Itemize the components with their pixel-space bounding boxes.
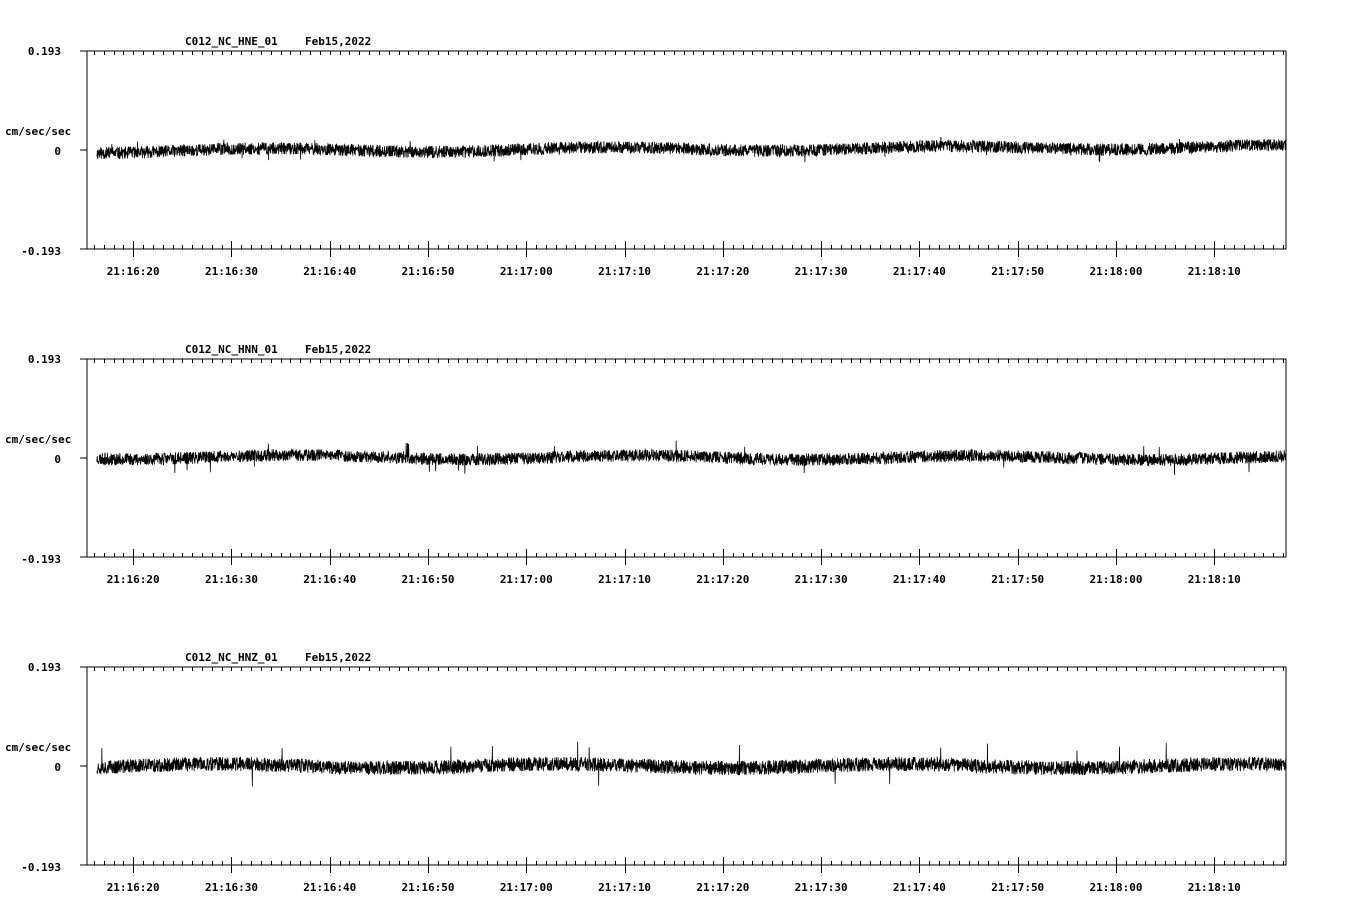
x-tick-label: 21:17:20: [696, 573, 749, 586]
x-tick-label: 21:16:50: [402, 881, 455, 894]
waveform-trace: [96, 440, 1287, 476]
x-tick-label: 21:16:50: [402, 265, 455, 278]
seismogram-figure: C012_NC_HNE_01 Feb15,2022 cm/sec/sec 0.1…: [5, 35, 1287, 894]
x-tick-label: 21:17:50: [991, 573, 1044, 586]
y-tick-label-min: -0.193: [21, 861, 61, 874]
x-tick-label: 21:17:30: [795, 265, 848, 278]
x-tick-label: 21:16:20: [107, 573, 160, 586]
y-tick-label-min: -0.193: [21, 553, 61, 566]
y-tick-label-zero: 0: [54, 761, 61, 774]
x-tick-label: 21:17:30: [795, 881, 848, 894]
y-tick-label-max: 0.193: [28, 353, 61, 366]
y-tick-label-max: 0.193: [28, 45, 61, 58]
x-tick-label: 21:18:10: [1188, 881, 1241, 894]
x-tick-label: 21:16:50: [402, 573, 455, 586]
x-tick-label: 21:17:50: [991, 881, 1044, 894]
x-tick-label: 21:16:40: [303, 265, 356, 278]
y-axis-label: cm/sec/sec: [5, 433, 71, 446]
chart-date: Feb15,2022: [305, 651, 371, 664]
x-tick-label: 21:16:20: [107, 881, 160, 894]
x-tick-label: 21:17:00: [500, 265, 553, 278]
x-tick-label: 21:17:10: [598, 265, 651, 278]
waveform-trace: [96, 741, 1287, 787]
chart-title: C012_NC_HNZ_01: [185, 651, 278, 664]
panel-hne: C012_NC_HNE_01 Feb15,2022 cm/sec/sec 0.1…: [5, 35, 1287, 278]
x-tick-label: 21:17:40: [893, 265, 946, 278]
x-tick-label: 21:16:40: [303, 573, 356, 586]
panel-hnz: C012_NC_HNZ_01 Feb15,2022 cm/sec/sec 0.1…: [5, 651, 1287, 894]
x-tick-label: 21:18:00: [1089, 573, 1142, 586]
chart-title: C012_NC_HNN_01: [185, 343, 278, 356]
chart-date: Feb15,2022: [305, 343, 371, 356]
y-tick-label-zero: 0: [54, 145, 61, 158]
x-tick-label: 21:16:30: [205, 573, 258, 586]
x-tick-label: 21:18:10: [1188, 265, 1241, 278]
x-tick-label: 21:16:30: [205, 265, 258, 278]
x-tick-label: 21:17:00: [500, 881, 553, 894]
y-axis-label: cm/sec/sec: [5, 125, 71, 138]
x-tick-label: 21:16:20: [107, 265, 160, 278]
x-tick-label: 21:17:40: [893, 881, 946, 894]
x-tick-label: 21:17:40: [893, 573, 946, 586]
x-tick-label: 21:18:00: [1089, 265, 1142, 278]
chart-title: C012_NC_HNE_01: [185, 35, 278, 48]
x-tick-label: 21:17:10: [598, 573, 651, 586]
x-tick-label: 21:17:30: [795, 573, 848, 586]
x-tick-label: 21:17:20: [696, 265, 749, 278]
x-tick-label: 21:16:30: [205, 881, 258, 894]
y-tick-label-max: 0.193: [28, 661, 61, 674]
chart-date: Feb15,2022: [305, 35, 371, 48]
y-tick-label-min: -0.193: [21, 245, 61, 258]
x-tick-label: 21:17:10: [598, 881, 651, 894]
panel-hnn: C012_NC_HNN_01 Feb15,2022 cm/sec/sec 0.1…: [5, 343, 1287, 586]
x-tick-label: 21:17:20: [696, 881, 749, 894]
y-axis-label: cm/sec/sec: [5, 741, 71, 754]
x-tick-label: 21:17:00: [500, 573, 553, 586]
x-tick-label: 21:16:40: [303, 881, 356, 894]
x-tick-label: 21:18:00: [1089, 881, 1142, 894]
x-tick-label: 21:18:10: [1188, 573, 1241, 586]
y-tick-label-zero: 0: [54, 453, 61, 466]
x-tick-label: 21:17:50: [991, 265, 1044, 278]
waveform-trace: [96, 137, 1287, 163]
